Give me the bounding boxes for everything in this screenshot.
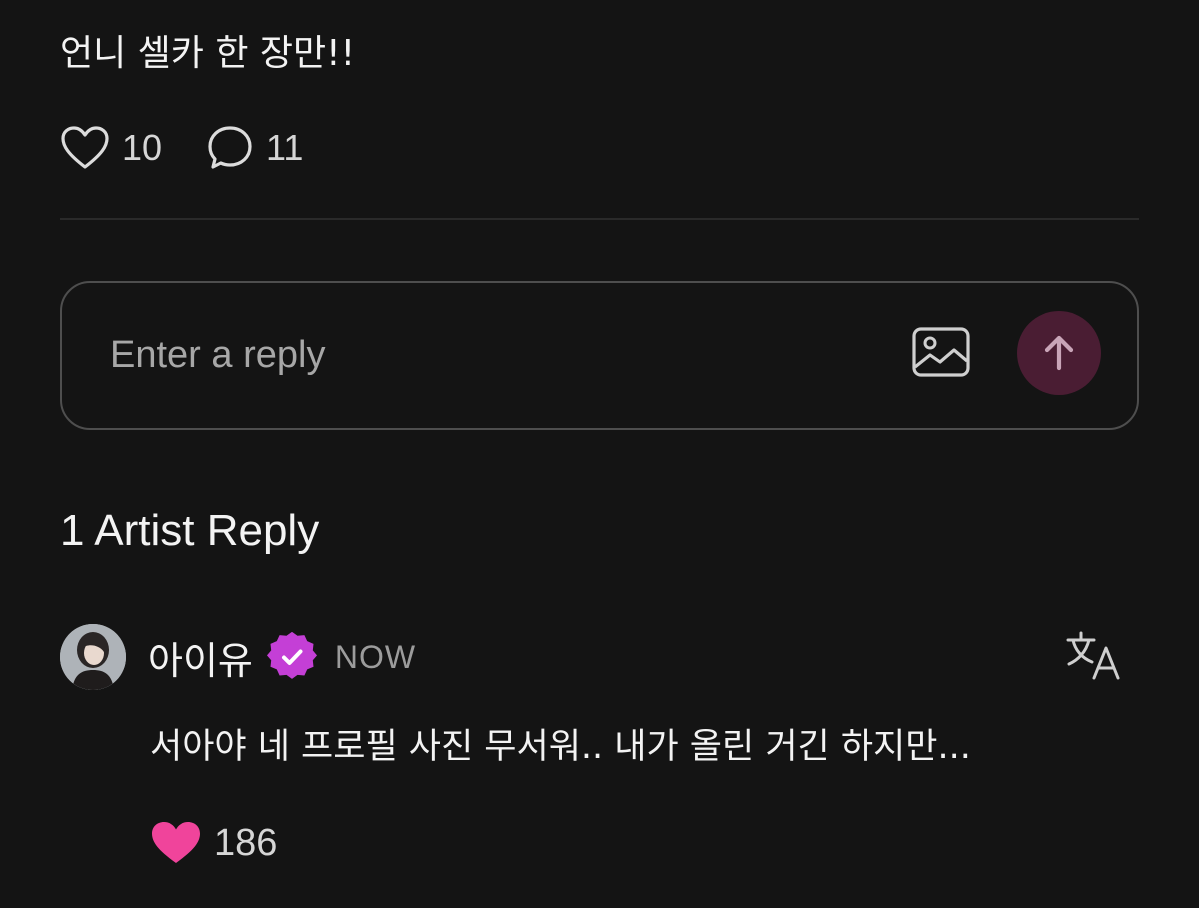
send-button[interactable] [1017, 311, 1101, 395]
like-count: 10 [122, 127, 163, 168]
avatar[interactable] [60, 624, 126, 690]
translate-button[interactable] [1064, 628, 1124, 684]
reply-timestamp: NOW [334, 638, 417, 675]
like-button[interactable]: 10 [60, 125, 162, 171]
artist-reply-heading: 1 Artist Reply [60, 506, 320, 555]
attach-image-button[interactable] [910, 325, 972, 381]
reply-like-count: 186 [214, 821, 278, 864]
avatar-image [60, 624, 126, 690]
verified-badge-icon [266, 632, 317, 679]
heart-filled-icon [152, 822, 200, 863]
post-text: 언니 셀카 한 장만!! [60, 33, 356, 74]
image-icon [912, 327, 970, 377]
author-name[interactable]: 아이유 [148, 630, 253, 685]
reply-author-row: 아이유 NOW [148, 628, 416, 686]
divider [60, 218, 1139, 220]
translate-icon [1066, 631, 1120, 680]
reply-composer [60, 281, 1139, 430]
reply-like-button[interactable]: 186 [150, 815, 277, 871]
comment-count: 11 [266, 127, 304, 168]
reply-text: 서아야 네 프로필 사진 무서워.. 내가 올린 거긴 하지만... [150, 727, 971, 767]
speech-bubble-icon [208, 126, 252, 169]
heart-outline-icon [61, 126, 109, 169]
reply-input[interactable] [110, 327, 870, 383]
arrow-up-icon [1044, 335, 1074, 371]
post-actions: 10 11 [60, 120, 347, 176]
comment-button[interactable]: 11 [206, 124, 303, 172]
